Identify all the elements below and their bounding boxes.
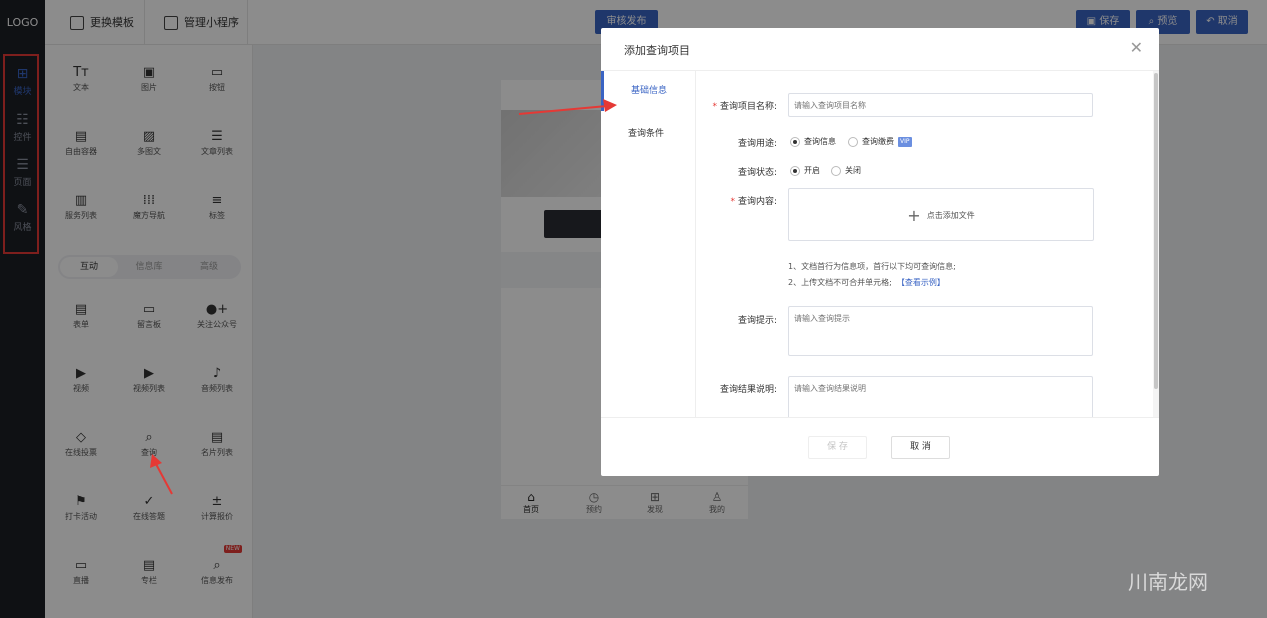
radio-dot — [790, 136, 800, 147]
radio-label: 关闭 — [845, 166, 861, 175]
purpose-radio-info[interactable]: 查询信息 — [790, 136, 836, 147]
close-icon[interactable]: ✕ — [1130, 39, 1143, 57]
vip-badge: VIP — [898, 136, 912, 147]
tab-query-conditions[interactable]: 查询条件 — [601, 114, 696, 154]
modal-save-button[interactable]: 保 存 — [808, 436, 867, 459]
modal-footer: 保 存 取 消 — [601, 417, 1159, 476]
name-label: * 查询项目名称: — [712, 102, 777, 112]
radio-label: 开启 — [804, 166, 820, 175]
modal-title: 添加查询项目 — [624, 44, 690, 57]
upload-note-2: 2、上传文档不可合并单元格; 【查看示例】 — [788, 278, 945, 287]
upload-label: 点击添加文件 — [926, 211, 975, 220]
status-radio-off[interactable]: 关闭 — [831, 165, 861, 176]
radio-dot — [848, 136, 858, 147]
watermark: 川南龙网 — [1128, 570, 1208, 594]
purpose-radio-payment[interactable]: 查询缴费 VIP — [848, 136, 912, 147]
radio-dot — [790, 165, 800, 176]
upload-note-1: 1、文档首行为信息项，首行以下均可查询信息; — [788, 262, 956, 271]
status-radio-on[interactable]: 开启 — [790, 165, 820, 176]
scrollbar-thumb[interactable] — [1154, 73, 1158, 389]
modal-side-nav: 基础信息 查询条件 — [601, 71, 696, 417]
modal-scrollbar[interactable] — [1153, 71, 1159, 417]
content-label: * 查询内容: — [730, 197, 777, 207]
radio-label: 查询缴费 — [862, 137, 894, 146]
query-result-input[interactable] — [788, 376, 1093, 417]
tab-basic-info[interactable]: 基础信息 — [601, 71, 696, 111]
query-tip-input[interactable] — [788, 306, 1093, 356]
view-example-link[interactable]: 【查看示例】 — [897, 278, 945, 287]
modal-cancel-button[interactable]: 取 消 — [891, 436, 950, 459]
tip-label: 查询提示: — [737, 316, 777, 326]
add-query-modal: 添加查询项目 ✕ 基础信息 查询条件 *查询项目名称: 查询用途: 查询信息 查… — [601, 28, 1159, 476]
radio-dot — [831, 165, 841, 176]
purpose-label: 查询用途: — [737, 139, 777, 149]
modal-form: *查询项目名称: 查询用途: 查询信息 查询缴费VIP 查询状态: 开启 关闭 … — [697, 71, 1153, 417]
radio-label: 查询信息 — [804, 137, 836, 146]
plus-icon: + — [907, 206, 921, 225]
status-label: 查询状态: — [737, 168, 777, 178]
result-label: 查询结果说明: — [719, 385, 777, 395]
query-name-input[interactable] — [788, 93, 1093, 117]
modal-header: 添加查询项目 ✕ — [601, 28, 1159, 71]
upload-area[interactable]: + 点击添加文件 — [788, 188, 1094, 241]
